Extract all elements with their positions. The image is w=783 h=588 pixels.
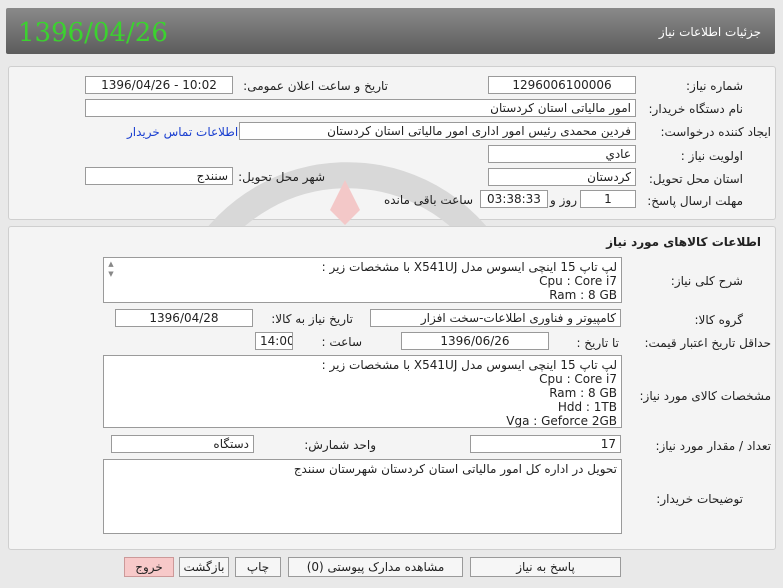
summary-line-3: Ram : 8 GB	[549, 288, 617, 302]
days-word: روز و	[550, 193, 577, 207]
reply-button[interactable]: پاسخ به نیاز	[470, 557, 621, 577]
province-label: استان محل تحویل:	[648, 172, 743, 186]
desc-label: توضیحات خریدار:	[656, 492, 743, 506]
scroll-arrow-icon[interactable]: ▼	[106, 270, 116, 278]
view-attachments-button[interactable]: مشاهده مدارک پیوستی (0)	[288, 557, 463, 577]
specs-line-1: لپ تاپ 15 اینچی ایسوس مدل X541UJ با مشخص…	[321, 358, 617, 372]
min-price-label: حداقل تاریخ اعتبار قیمت:	[644, 336, 771, 350]
need-date-field: 1396/04/28	[115, 309, 253, 327]
city-field: سنندج	[85, 167, 233, 185]
page-title: جزئیات اطلاعات نیاز	[658, 25, 761, 39]
page-header: 1396/04/26 جزئیات اطلاعات نیاز	[6, 8, 775, 54]
time-label: ساعت :	[321, 335, 362, 349]
buyer-org-field: امور مالیاتی استان کردستان	[85, 99, 636, 117]
desc-textarea[interactable]: تحویل در اداره کل امور مالیاتی استان کرد…	[103, 459, 622, 534]
group-field: کامپیوتر و فناوری اطلاعات-سخت افزار	[370, 309, 621, 327]
qty-field: 17	[470, 435, 621, 453]
unit-label: واحد شمارش:	[304, 438, 376, 452]
deadline-days-field: 1	[580, 190, 636, 208]
remaining-word: ساعت باقی مانده	[383, 193, 473, 207]
need-number-field: 1296006100006	[488, 76, 636, 94]
summary-line-2: Cpu : Core i7	[539, 274, 617, 288]
announce-label: تاریخ و ساعت اعلان عمومی:	[243, 79, 388, 93]
desc-text: تحویل در اداره کل امور مالیاتی استان کرد…	[293, 462, 617, 476]
summary-line-1: لپ تاپ 15 اینچی ایسوس مدل X541UJ با مشخص…	[321, 260, 617, 274]
to-date-label: تا تاریخ :	[576, 336, 619, 350]
group-label: گروه کالا:	[694, 313, 744, 327]
specs-line-4: Hdd : 1TB	[557, 400, 617, 414]
creator-field: فردین محمدی رئیس امور اداری امور مالیاتی…	[239, 122, 636, 140]
exit-button[interactable]: خروج	[124, 557, 174, 577]
city-label: شهر محل تحویل:	[238, 170, 325, 184]
specs-line-2: Cpu : Core i7	[539, 372, 617, 386]
announce-field: 1396/04/26 - 10:02	[85, 76, 233, 94]
deadline-label: مهلت ارسال پاسخ:	[647, 194, 743, 208]
buyer-contact-link[interactable]: اطلاعات تماس خریدار	[127, 125, 238, 139]
time-field: 14:00	[255, 332, 293, 350]
need-number-label: شماره نیاز:	[686, 79, 743, 93]
deadline-time-field: 03:38:33	[480, 190, 548, 208]
buyer-org-label: نام دستگاه خریدار:	[648, 102, 744, 116]
specs-label: مشخصات کالای مورد نیاز:	[639, 389, 771, 403]
qty-label: تعداد / مقدار مورد نیاز:	[655, 439, 771, 453]
province-field: کردستان	[488, 168, 636, 186]
print-button[interactable]: چاپ	[235, 557, 281, 577]
need-date-label: تاریخ نیاز به کالا:	[271, 312, 353, 326]
specs-line-3: Ram : 8 GB	[549, 386, 617, 400]
specs-textarea[interactable]: لپ تاپ 15 اینچی ایسوس مدل X541UJ با مشخص…	[103, 355, 622, 428]
priority-field: عادي	[488, 145, 636, 163]
goods-section-title: اطلاعات کالاهای مورد نیاز	[606, 235, 761, 249]
specs-line-5: Vga : Geforce 2GB	[506, 414, 617, 428]
summary-label: شرح کلی نیاز:	[670, 274, 743, 288]
creator-label: ایجاد کننده درخواست:	[660, 125, 771, 139]
summary-textarea[interactable]: لپ تاپ 15 اینچی ایسوس مدل X541UJ با مشخص…	[103, 257, 622, 303]
scroll-arrow-icon[interactable]: ▲	[106, 260, 116, 268]
unit-field: دستگاه	[111, 435, 254, 453]
priority-label: اولویت نیاز :	[680, 149, 743, 163]
to-date-field: 1396/06/26	[401, 332, 549, 350]
back-button[interactable]: بازگشت	[179, 557, 229, 577]
header-date: 1396/04/26	[18, 18, 168, 48]
